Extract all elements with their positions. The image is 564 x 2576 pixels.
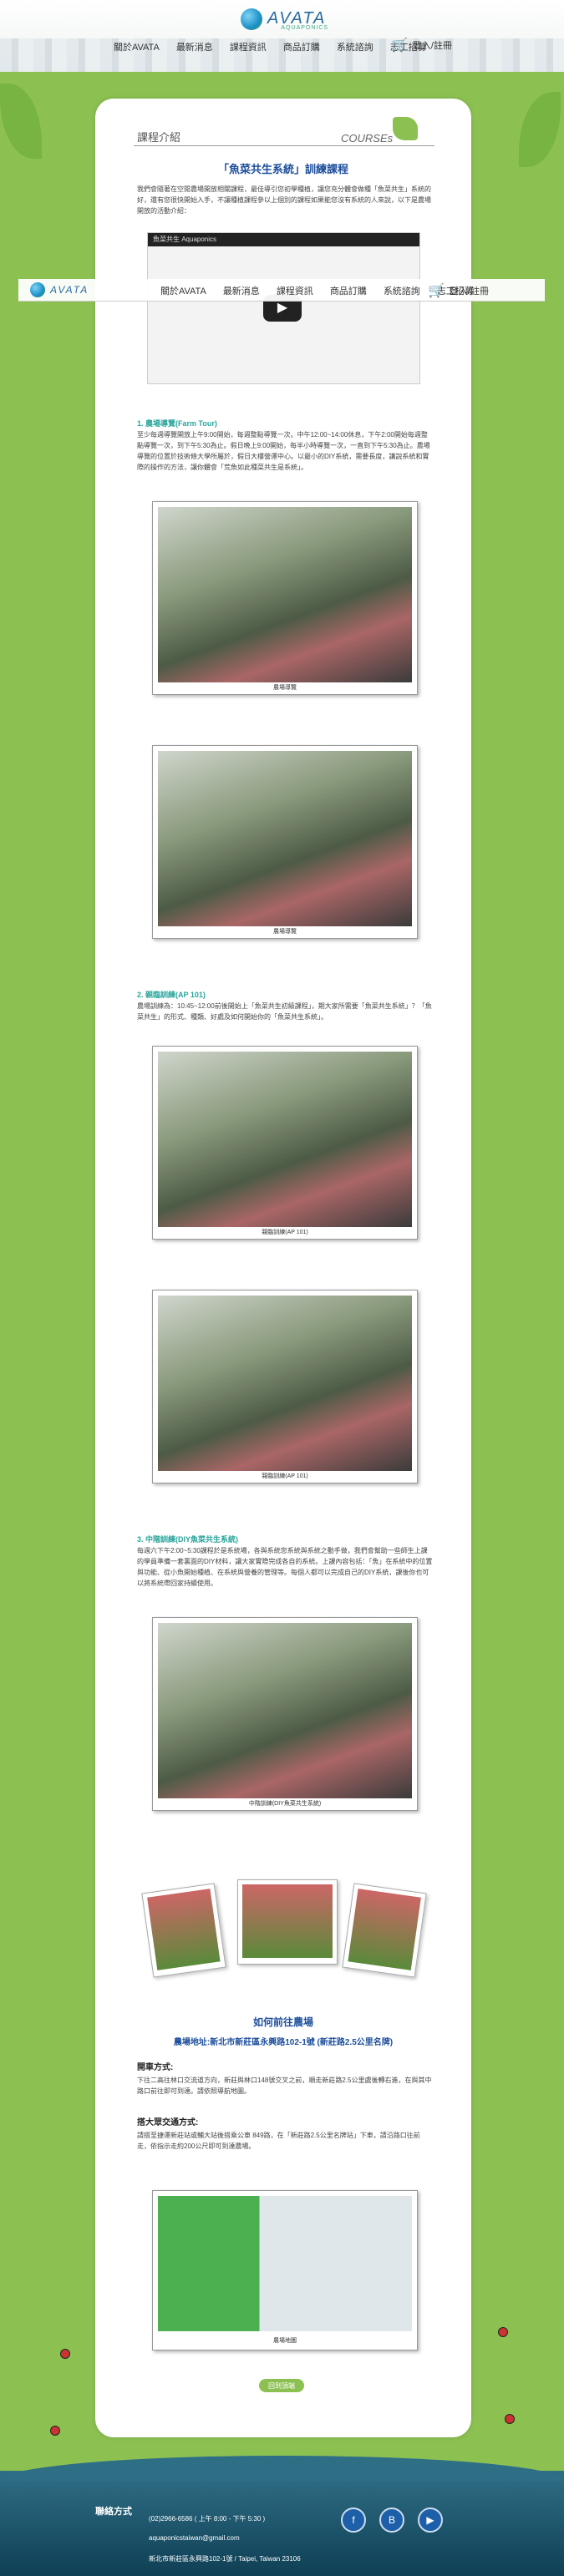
nav-consult[interactable]: 系統諮詢 (384, 284, 420, 297)
main-nav: 關於AVATA 最新消息 課程資訊 商品訂購 系統諮詢 志工招募 (114, 40, 427, 53)
login-link[interactable]: 登入/註冊 (450, 284, 489, 297)
contact-phone: (02)2966-6586 ( 上午 8:00 - 下午 5:30 ) (149, 2515, 266, 2523)
section-farm-tour-text: 至少每週導覽開放上午9:00開始，每週整點導覽一次。中午12:00~14:00休… (137, 431, 430, 471)
title-divider (134, 145, 434, 146)
cart-icon: 🛒 (391, 38, 408, 53)
photo-image (158, 1296, 412, 1471)
photo-image (242, 1884, 333, 1958)
bus-title: 搭大眾交通方式: (137, 2118, 199, 2127)
ladybug-decoration (505, 2414, 515, 2424)
photo-caption: 中階訓練(DIY魚菜共生系統) (248, 1801, 322, 1807)
main-heading: 「魚菜共生系統」訓練課程 (217, 163, 348, 175)
sticky-header: AVATA 關於AVATA 最新消息 課程資訊 商品訂購 系統諮詢 志工招募 🛒… (18, 279, 545, 302)
photo-diy: 中階訓練(DIY魚菜共生系統) (152, 1617, 418, 1811)
drive-title: 開車方式: (137, 2063, 174, 2072)
map-caption: 農場地圖 (273, 2338, 297, 2344)
photo-ap101-2: 親臨訓練(AP 101) (152, 1290, 418, 1483)
map-image (158, 2196, 412, 2331)
farm-address: 農場地址:新北市新莊區永興路102-1號 (新莊路2.5公里名牌) (173, 2038, 394, 2047)
farm-map: 農場地圖 (152, 2190, 418, 2350)
photo-image (348, 1889, 421, 1970)
page-title: 課程介紹 (137, 131, 181, 144)
section-farm-tour-title: 1. 農場導覽(Farm Tour) (137, 419, 217, 428)
login-link[interactable]: 登入/註冊 (413, 38, 452, 52)
facebook-icon[interactable]: f (341, 2508, 366, 2533)
ladybug-decoration (498, 2327, 508, 2337)
back-to-top-button[interactable]: 回到頂端 (259, 2379, 304, 2392)
cart-icon: 🛒 (428, 284, 445, 298)
photo-image (158, 751, 412, 926)
small-photo-2 (237, 1879, 338, 1965)
photo-image (158, 507, 412, 682)
section-diy-text: 每週六下午2:00~5:30課程於是系統場，各與系統您系統與系統之動手做，我們會… (137, 1547, 433, 1587)
ladybug-decoration (50, 2426, 60, 2436)
photo-caption: 親臨訓練(AP 101) (262, 1473, 308, 1479)
sticky-logo[interactable]: AVATA (30, 282, 89, 297)
globe-icon (241, 8, 262, 30)
nav-consult[interactable]: 系統諮詢 (337, 40, 373, 53)
logo-text: AVATA (50, 284, 89, 296)
nav-about[interactable]: 關於AVATA (114, 40, 160, 53)
section-diy-title: 3. 中階訓練(DIY魚菜共生系統) (137, 1535, 239, 1544)
youtube-icon[interactable]: ▶ (418, 2508, 443, 2533)
small-photo-1 (141, 1883, 226, 1978)
section-ap101-title: 2. 親臨訓練(AP 101) (137, 991, 206, 999)
photo-image (147, 1889, 221, 1970)
cart-login[interactable]: 🛒 登入/註冊 (428, 282, 489, 299)
nav-courses[interactable]: 課程資訊 (277, 284, 313, 297)
globe-icon (30, 282, 45, 297)
nav-courses[interactable]: 課程資訊 (230, 40, 267, 53)
logo-subtext: AQUAPONICS (281, 25, 329, 31)
photo-image (158, 1623, 412, 1798)
nav-news[interactable]: 最新消息 (176, 40, 213, 53)
photo-farm-tour-2: 農場導覽 (152, 745, 418, 939)
small-photo-group (141, 1879, 427, 1978)
bus-text: 請搭至捷運新莊站或輔大站後搭乘公車 849路，在「新莊路2.5公里名牌站」下車，… (137, 2132, 420, 2150)
drive-text: 下往二高往林口交流道方向，新莊與林口148號交叉之前，順走新莊路2.5公里處後轉… (137, 2077, 432, 2095)
video-player[interactable]: 魚菜共生 Aquaponics ▶ (147, 232, 420, 384)
photo-image (158, 1052, 412, 1227)
site-header: AVATA AQUAPONICS 關於AVATA 最新消息 課程資訊 商品訂購 … (0, 0, 564, 72)
leaf-decoration-left (0, 84, 42, 159)
photo-ap101-1: 親臨訓練(AP 101) (152, 1046, 418, 1240)
photo-caption: 農場導覽 (273, 929, 297, 935)
site-footer: 聯絡方式 (02)2966-6586 ( 上午 8:00 - 下午 5:30 )… (0, 2456, 564, 2576)
leaf-icon (393, 117, 418, 140)
site-logo[interactable]: AVATA AQUAPONICS (241, 7, 328, 31)
contact-email[interactable]: aquaponicstaiwan@gmail.com (149, 2534, 240, 2542)
photo-farm-tour-1: 農場導覽 (152, 501, 418, 695)
page-title-en: COURSEs (341, 132, 394, 145)
photo-caption: 親臨訓練(AP 101) (262, 1230, 308, 1235)
contact-label: 聯絡方式 (95, 2507, 132, 2517)
intro-text: 我們會隨著在空閒農場開放相關課程，最佳導引您初學種植，讓您充分體會做種「魚菜共生… (137, 185, 431, 215)
directions-heading: 如何前往農場 (252, 2016, 313, 2028)
ladybug-decoration (60, 2349, 70, 2359)
small-photo-3 (342, 1883, 427, 1978)
photo-caption: 農場導覽 (273, 685, 297, 691)
footer-wave (0, 2456, 564, 2481)
sticky-nav: 關於AVATA 最新消息 課程資訊 商品訂購 系統諮詢 志工招募 (160, 284, 474, 297)
nav-about[interactable]: 關於AVATA (160, 284, 206, 297)
cart-login[interactable]: 🛒 登入/註冊 (391, 37, 452, 53)
nav-products[interactable]: 商品訂購 (330, 284, 367, 297)
section-ap101-text: 農場訓練為：10:45~12:00前後開始上「魚菜共生初級課程」，期大家所需要「… (137, 1002, 432, 1021)
contact-address: 新北市新莊區永興路102-1號 / Taipei, Taiwan 23106 (149, 2555, 301, 2563)
nav-products[interactable]: 商品訂購 (283, 40, 320, 53)
leaf-decoration-right (519, 92, 561, 167)
nav-news[interactable]: 最新消息 (223, 284, 260, 297)
video-title: 魚菜共生 Aquaponics (148, 233, 419, 246)
blog-icon[interactable]: B (379, 2508, 404, 2533)
